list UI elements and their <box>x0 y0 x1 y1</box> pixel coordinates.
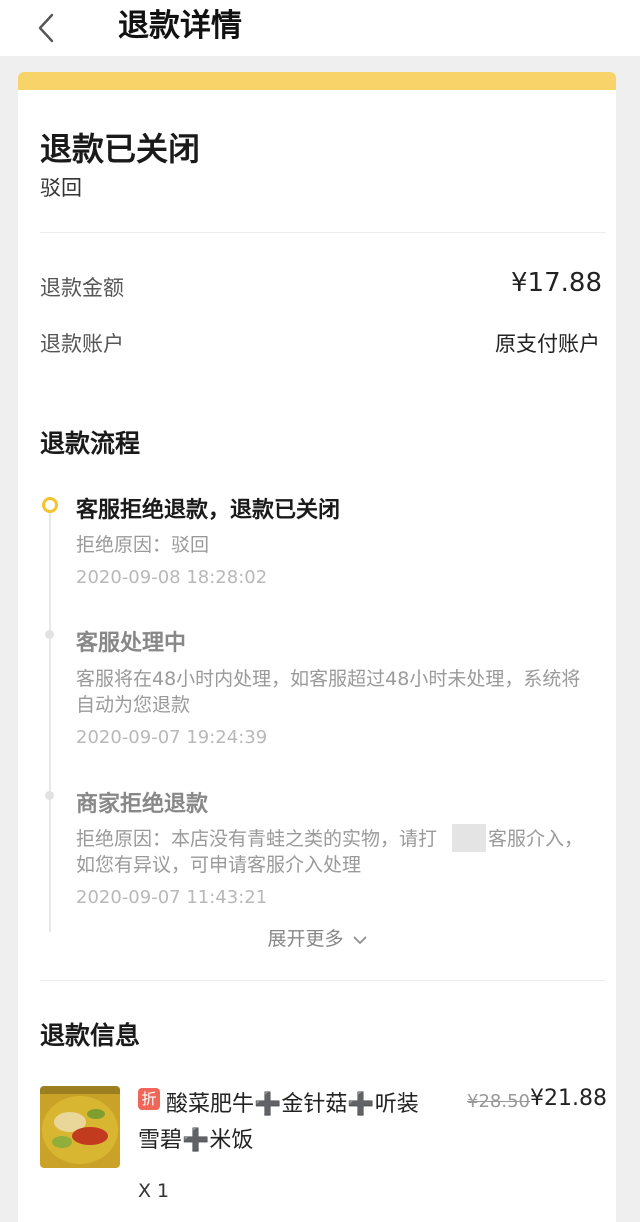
chevron-down-icon <box>352 935 367 944</box>
product-name-line[interactable]: 酸菜肥牛➕金针菇➕听装 <box>166 1086 419 1118</box>
step-title: 客服拒绝退款，退款已关闭 <box>76 498 341 523</box>
timeline-dot-active <box>42 497 58 513</box>
expand-more-button[interactable]: 展开更多 <box>18 924 616 951</box>
timeline-line <box>49 502 51 932</box>
status-band <box>18 72 616 90</box>
page-title: 退款详情 <box>118 8 242 44</box>
expand-more-label: 展开更多 <box>267 928 344 950</box>
refund-account-label: 退款账户 <box>40 332 124 356</box>
refund-amount-value: ¥17.88 <box>511 268 602 298</box>
refund-detail-card: 退款已关闭 驳回 退款金额 ¥17.88 退款账户 原支付账户 退款流程 客服拒… <box>18 72 616 1222</box>
step-title: 商家拒绝退款 <box>76 792 209 817</box>
top-bar: 退款详情 <box>0 0 640 56</box>
refund-amount-label: 退款金额 <box>40 276 124 300</box>
discount-badge: 折 <box>138 1088 160 1110</box>
back-arrow-icon[interactable] <box>30 10 66 46</box>
step-title: 客服处理中 <box>76 631 187 656</box>
step-time: 2020-09-07 11:43:21 <box>76 887 268 908</box>
redacted-block <box>452 824 486 852</box>
product-price: ¥21.88 <box>530 1086 607 1111</box>
timeline-dot <box>45 630 54 639</box>
divider <box>40 232 606 233</box>
step-detail-line: 如您有异议，可申请客服介入处理 <box>76 854 362 876</box>
step-time: 2020-09-07 19:24:39 <box>76 727 268 748</box>
refund-status-subtitle: 驳回 <box>40 176 82 200</box>
step-detail-line: 拒绝原因：本店没有青蛙之类的实物，请打 <box>76 828 438 850</box>
divider <box>40 980 606 981</box>
product-thumbnail <box>40 1086 120 1168</box>
refund-account-value: 原支付账户 <box>495 332 600 356</box>
step-detail-line: 自动为您退款 <box>76 694 191 716</box>
timeline-dot <box>45 791 54 800</box>
refund-info-title: 退款信息 <box>40 1021 141 1050</box>
original-price: ¥28.50 <box>467 1091 530 1112</box>
step-detail-line: 客服将在48小时内处理，如客服超过48小时未处理，系统将 <box>76 668 581 690</box>
step-detail-line: 客服介入， <box>488 828 584 850</box>
refund-status-title: 退款已关闭 <box>40 130 201 168</box>
product-quantity: X 1 <box>138 1180 170 1202</box>
refund-process-title: 退款流程 <box>40 429 141 458</box>
step-detail: 拒绝原因：驳回 <box>76 534 210 556</box>
step-time: 2020-09-08 18:28:02 <box>76 567 268 588</box>
product-name-line[interactable]: 雪碧➕米饭 <box>138 1122 253 1154</box>
